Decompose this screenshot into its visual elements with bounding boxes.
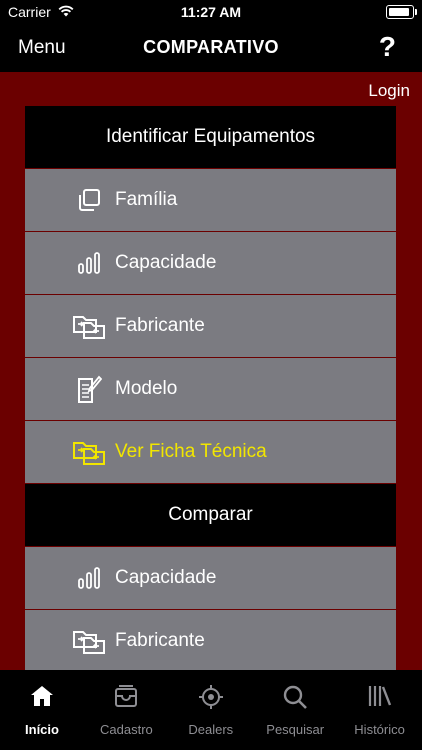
battery-icon — [386, 5, 417, 19]
menu-item-label: Família — [115, 189, 178, 210]
tab-crosshair[interactable]: Dealers — [169, 670, 253, 750]
navigation-bar: Menu COMPARATIVO ? — [0, 24, 422, 72]
menu-item[interactable]: Capacidade — [25, 547, 396, 610]
folder-transfer-icon — [25, 628, 115, 654]
menu-item-label: Ver Ficha Técnica — [115, 441, 267, 462]
section-header: Comparar — [25, 484, 396, 547]
menu-item-label: Modelo — [115, 378, 178, 399]
status-bar: Carrier 11:27 AM — [0, 0, 422, 24]
tab-label: Histórico — [354, 722, 405, 737]
menu-item[interactable]: Fabricante — [25, 610, 396, 670]
menu-item-label: Fabricante — [115, 630, 205, 651]
menu-list: Identificar Equipamentos Família Capacidad… — [25, 106, 396, 670]
folder-transfer-icon — [25, 439, 115, 465]
document-edit-icon — [25, 374, 115, 404]
tab-label: Pesquisar — [266, 722, 325, 737]
main-content: Login Identificar Equipamentos Família Cap… — [0, 72, 422, 670]
tab-label: Início — [25, 722, 59, 737]
bars-icon — [25, 565, 115, 591]
section-header: Identificar Equipamentos — [25, 106, 396, 169]
menu-item[interactable]: Modelo — [25, 358, 396, 421]
menu-item[interactable]: Fabricante — [25, 295, 396, 358]
help-button[interactable]: ? — [379, 31, 396, 63]
menu-item-label: Capacidade — [115, 252, 217, 273]
copy-icon — [25, 187, 115, 213]
tab-label: Cadastro — [100, 722, 153, 737]
login-link[interactable]: Login — [368, 81, 410, 101]
library-icon — [338, 684, 422, 708]
menu-item-label: Capacidade — [115, 567, 217, 588]
tab-search[interactable]: Pesquisar — [253, 670, 337, 750]
search-icon — [253, 684, 337, 710]
bars-icon — [25, 250, 115, 276]
inbox-icon — [84, 684, 168, 708]
menu-item[interactable]: Família — [25, 169, 396, 232]
tab-home[interactable]: Início — [0, 670, 84, 750]
folder-transfer-icon — [25, 313, 115, 339]
menu-item[interactable]: Capacidade — [25, 232, 396, 295]
status-time: 11:27 AM — [180, 4, 242, 20]
home-icon — [0, 684, 84, 708]
tab-library[interactable]: Histórico — [338, 670, 422, 750]
menu-item[interactable]: Ver Ficha Técnica — [25, 421, 396, 484]
tab-inbox[interactable]: Cadastro — [84, 670, 168, 750]
menu-item-label: Fabricante — [115, 315, 205, 336]
tab-label: Dealers — [188, 722, 234, 737]
crosshair-icon — [169, 684, 253, 710]
tab-bar: Início Cadastro Dealers Pesquisar Histórico — [0, 670, 422, 750]
page-title: COMPARATIVO — [143, 37, 279, 57]
